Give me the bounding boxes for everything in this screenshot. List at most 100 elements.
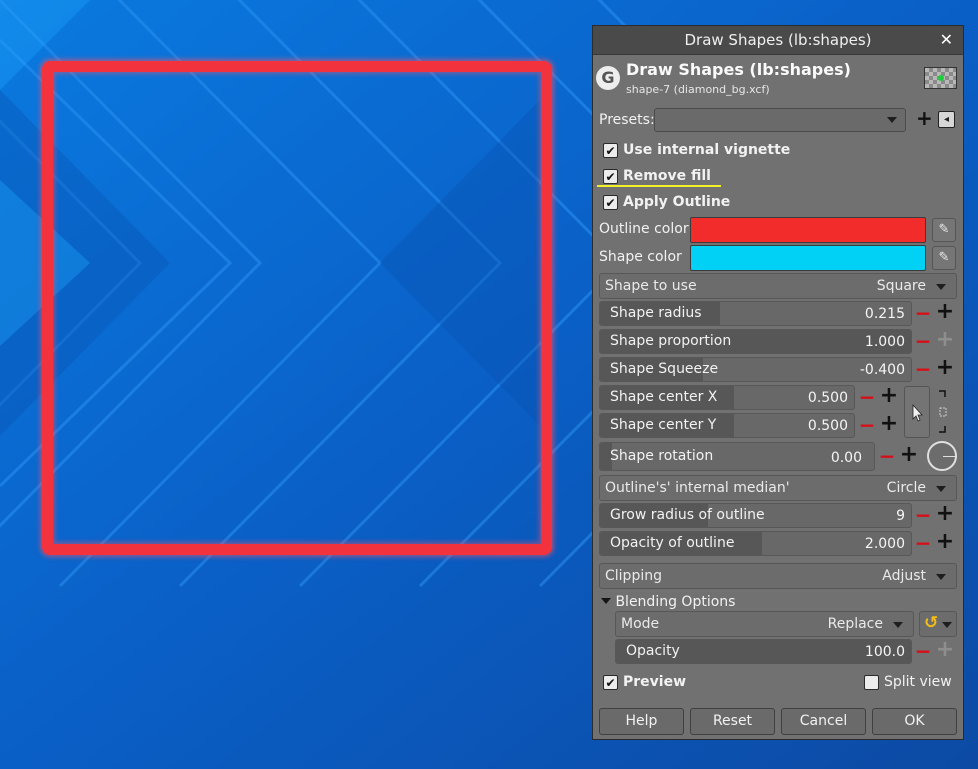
remove-fill-label: Remove fill <box>623 168 711 184</box>
outline-median-label: Outline's' internal median' <box>605 480 790 496</box>
shape-rotation-label: Shape rotation <box>610 448 714 464</box>
chevron-down-icon <box>936 574 946 580</box>
decrease-opacity-outline-button[interactable]: − <box>913 533 933 555</box>
shape-to-use-combo[interactable]: Shape to use Square <box>599 273 957 299</box>
cancel-button[interactable]: Cancel <box>781 708 866 735</box>
remove-fill-highlight <box>597 185 721 187</box>
increase-proportion-button[interactable]: + <box>935 329 955 351</box>
decrease-squeeze-button[interactable]: − <box>913 359 933 381</box>
shape-to-use-label: Shape to use <box>605 278 697 294</box>
chevron-down-icon <box>936 284 946 290</box>
outline-color-label: Outline color <box>599 221 689 237</box>
close-icon[interactable]: ✕ <box>940 30 953 49</box>
decrease-rotation-button[interactable]: − <box>877 446 897 468</box>
ok-button[interactable]: OK <box>872 708 957 735</box>
mode-value: Replace <box>827 616 883 632</box>
vignette-label: Use internal vignette <box>623 142 791 158</box>
outline-median-value: Circle <box>886 480 926 496</box>
mode-combo[interactable]: Mode Replace <box>615 611 914 637</box>
decrease-center-y-button[interactable]: − <box>857 415 877 437</box>
blending-options-expander[interactable]: Blending Options <box>601 594 735 610</box>
decrease-opacity-button[interactable]: − <box>913 641 933 663</box>
dialog-titlebar[interactable]: Draw Shapes (lb:shapes) ✕ <box>593 26 963 55</box>
chevron-down-icon <box>942 622 952 628</box>
outline-median-combo[interactable]: Outline's' internal median' Circle <box>599 475 957 501</box>
opacity-outline-spinscale[interactable]: Opacity of outline 2.000 <box>599 531 912 556</box>
shape-rotation-value: 0.00 <box>830 450 862 466</box>
shape-proportion-label: Shape proportion <box>610 333 732 349</box>
shape-squeeze-spinscale[interactable]: Shape Squeeze -0.400 <box>599 357 912 382</box>
mode-label: Mode <box>621 616 660 632</box>
rotation-dial-icon[interactable] <box>927 441 957 471</box>
opacity-label: Opacity <box>626 643 680 659</box>
shape-color-button[interactable] <box>690 245 926 271</box>
undo-icon: ↺ <box>924 613 939 633</box>
shape-color-label: Shape color <box>599 249 682 265</box>
preview-label: Preview <box>623 674 687 690</box>
eyedropper-icon[interactable]: ✎ <box>932 218 956 242</box>
gimp-logo-icon: G <box>596 66 620 90</box>
outline-color-button[interactable] <box>690 217 926 243</box>
shape-squeeze-label: Shape Squeeze <box>610 361 719 377</box>
remove-fill-checkbox[interactable]: ✔ <box>603 169 618 184</box>
shape-rotation-spinscale[interactable]: Shape rotation 0.00 <box>599 442 875 471</box>
draw-shapes-dialog: Draw Shapes (lb:shapes) ✕ G Draw Shapes … <box>592 25 964 740</box>
shape-squeeze-value: -0.400 <box>859 362 905 378</box>
collapse-icon[interactable]: ◂ <box>938 111 955 128</box>
decrease-center-x-button[interactable]: − <box>857 387 877 409</box>
decrease-radius-button[interactable]: − <box>913 303 933 325</box>
blending-options-label: Blending Options <box>615 594 736 610</box>
increase-opacity-button[interactable]: + <box>935 639 955 661</box>
decrease-grow-radius-button[interactable]: − <box>913 505 933 527</box>
increase-center-x-button[interactable]: + <box>879 385 899 407</box>
increase-rotation-button[interactable]: + <box>899 444 919 466</box>
grow-radius-spinscale[interactable]: Grow radius of outline 9 <box>599 503 912 528</box>
plugin-name: Draw Shapes (lb:shapes) <box>626 60 851 79</box>
mode-reset-button[interactable]: ↺ <box>919 611 957 637</box>
shape-radius-spinscale[interactable]: Shape radius 0.215 <box>599 301 912 326</box>
presets-label: Presets: <box>599 112 655 128</box>
opacity-spinscale[interactable]: Opacity 100.0 <box>615 639 912 664</box>
opacity-value: 100.0 <box>864 644 905 660</box>
increase-radius-button[interactable]: + <box>935 301 955 323</box>
shape-proportion-spinscale[interactable]: Shape proportion 1.000 <box>599 329 912 354</box>
increase-grow-radius-button[interactable]: + <box>935 503 955 525</box>
shape-center-x-spinscale[interactable]: Shape center X 0.500 <box>599 385 855 410</box>
shape-center-y-label: Shape center Y <box>610 417 717 433</box>
split-view-label: Split view <box>884 674 952 690</box>
vignette-checkbox[interactable]: ✔ <box>603 143 618 158</box>
plugin-header: G Draw Shapes (lb:shapes) shape-7 (diamo… <box>593 56 963 101</box>
shape-center-y-spinscale[interactable]: Shape center Y 0.500 <box>599 413 855 438</box>
chain-link-icon[interactable] <box>937 389 949 435</box>
shape-radius-label: Shape radius <box>610 305 702 321</box>
split-view-checkbox[interactable] <box>864 675 879 690</box>
decrease-proportion-button[interactable]: − <box>913 331 933 353</box>
clipping-combo[interactable]: Clipping Adjust <box>599 563 957 589</box>
opacity-outline-label: Opacity of outline <box>610 535 735 551</box>
chevron-down-icon <box>936 486 946 492</box>
pick-center-button[interactable] <box>904 386 930 438</box>
image-thumbnail <box>924 67 957 89</box>
increase-squeeze-button[interactable]: + <box>935 357 955 379</box>
shape-center-y-value: 0.500 <box>807 418 848 434</box>
eyedropper-icon[interactable]: ✎ <box>932 246 956 270</box>
help-button[interactable]: Help <box>599 708 684 735</box>
preview-checkbox[interactable]: ✔ <box>603 675 618 690</box>
image-file-name: shape-7 (diamond_bg.xcf) <box>626 83 770 96</box>
clipping-value: Adjust <box>882 568 926 584</box>
opacity-outline-value: 2.000 <box>864 536 905 552</box>
triangle-down-icon <box>601 598 611 604</box>
add-preset-button[interactable]: + <box>916 106 933 130</box>
increase-center-y-button[interactable]: + <box>879 413 899 435</box>
drawn-square-outline <box>42 61 552 555</box>
dialog-window-title: Draw Shapes (lb:shapes) <box>684 31 872 49</box>
shape-proportion-value: 1.000 <box>864 334 905 350</box>
reset-button[interactable]: Reset <box>690 708 775 735</box>
apply-outline-label: Apply Outline <box>623 194 731 210</box>
apply-outline-checkbox[interactable]: ✔ <box>603 195 618 210</box>
clipping-label: Clipping <box>605 568 662 584</box>
shape-center-x-label: Shape center X <box>610 389 718 405</box>
increase-opacity-outline-button[interactable]: + <box>935 531 955 553</box>
presets-combo[interactable] <box>654 108 906 132</box>
chevron-down-icon <box>887 117 897 123</box>
